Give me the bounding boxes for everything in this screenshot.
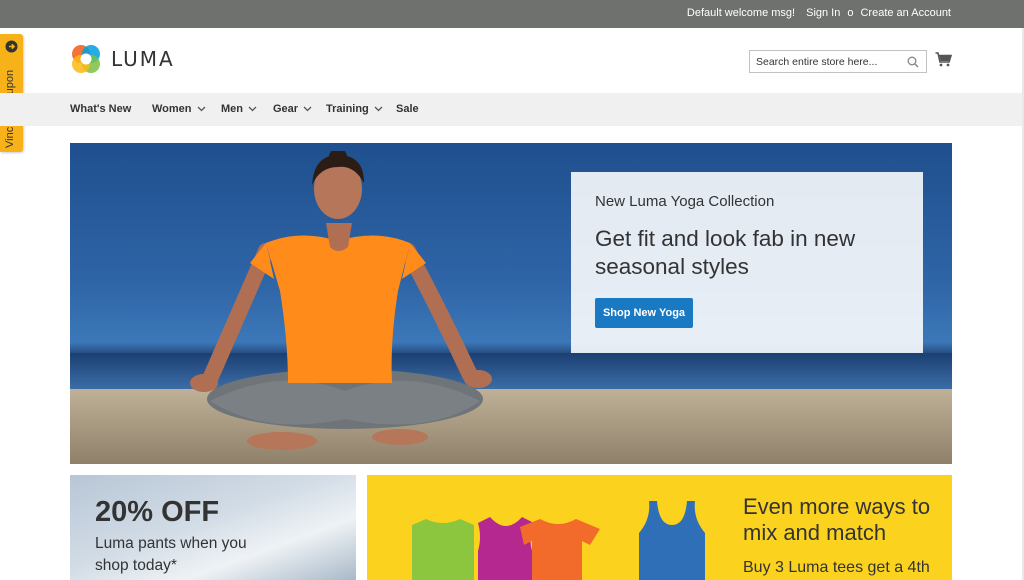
nav-item-label: Men: [221, 103, 243, 115]
nav-item-whats-new[interactable]: What's New: [70, 103, 131, 115]
tees-illustration: [412, 517, 600, 580]
hero-promo-box: New Luma Yoga Collection Get fit and loo…: [571, 172, 923, 353]
chevron-down-icon: [248, 106, 257, 112]
nav-item-men[interactable]: Men: [221, 103, 257, 115]
nav-item-training[interactable]: Training: [326, 103, 383, 115]
pants-promo-card[interactable]: 20% OFF Luma pants when you shop today*: [70, 475, 356, 580]
hero-headline: Get fit and look fab in new seasonal sty…: [595, 226, 856, 279]
shop-new-yoga-button[interactable]: Shop New Yoga: [595, 298, 693, 328]
search-icon[interactable]: [907, 56, 919, 68]
tees-promo-subtitle: Buy 3 Luma tees get a 4th: [743, 559, 930, 576]
top-utility-bar: Default welcome msg! Sign In o Create an…: [0, 0, 1024, 28]
chevron-down-icon: [197, 106, 205, 112]
chevron-down-icon: [374, 106, 383, 112]
nav-item-gear[interactable]: Gear: [273, 103, 312, 115]
sign-in-link[interactable]: Sign In: [806, 7, 840, 19]
chevron-down-icon: [303, 106, 312, 112]
tees-promo-title: Even more ways to mix and match: [743, 494, 931, 545]
hero-kicker: New Luma Yoga Collection: [595, 193, 775, 210]
nav-item-sale[interactable]: Sale: [396, 103, 419, 115]
tank-top-illustration: [639, 501, 705, 580]
pants-promo-subtitle: Luma pants when you shop today*: [95, 535, 247, 574]
nav-item-label: Gear: [273, 103, 299, 115]
logo-wordmark: LUMA: [111, 47, 175, 71]
main-navigation: What's New Women Men Gear Training Sale: [0, 93, 1024, 126]
welcome-message: Default welcome msg!: [686, 7, 796, 19]
luma-logo-icon: [72, 45, 100, 73]
search-input[interactable]: [750, 51, 900, 72]
nav-item-women[interactable]: Women: [152, 103, 206, 115]
nav-item-label: What's New: [70, 103, 132, 115]
luma-logo[interactable]: LUMA: [70, 43, 175, 75]
cart-icon[interactable]: [935, 52, 952, 67]
hero-banner[interactable]: New Luma Yoga Collection Get fit and loo…: [70, 143, 952, 464]
tees-promo-card[interactable]: Even more ways to mix and match Buy 3 Lu…: [367, 475, 952, 580]
arrow-right-circle-icon: [5, 40, 18, 53]
or-separator: o: [847, 7, 854, 19]
nav-item-label: Sale: [396, 103, 419, 115]
nav-item-label: Women: [152, 103, 192, 115]
nav-item-label: Training: [326, 103, 369, 115]
yoga-woman-image: [190, 151, 492, 450]
create-account-link[interactable]: Create an Account: [860, 7, 951, 19]
pants-promo-title: 20% OFF: [95, 496, 220, 528]
search-box[interactable]: [749, 50, 927, 73]
